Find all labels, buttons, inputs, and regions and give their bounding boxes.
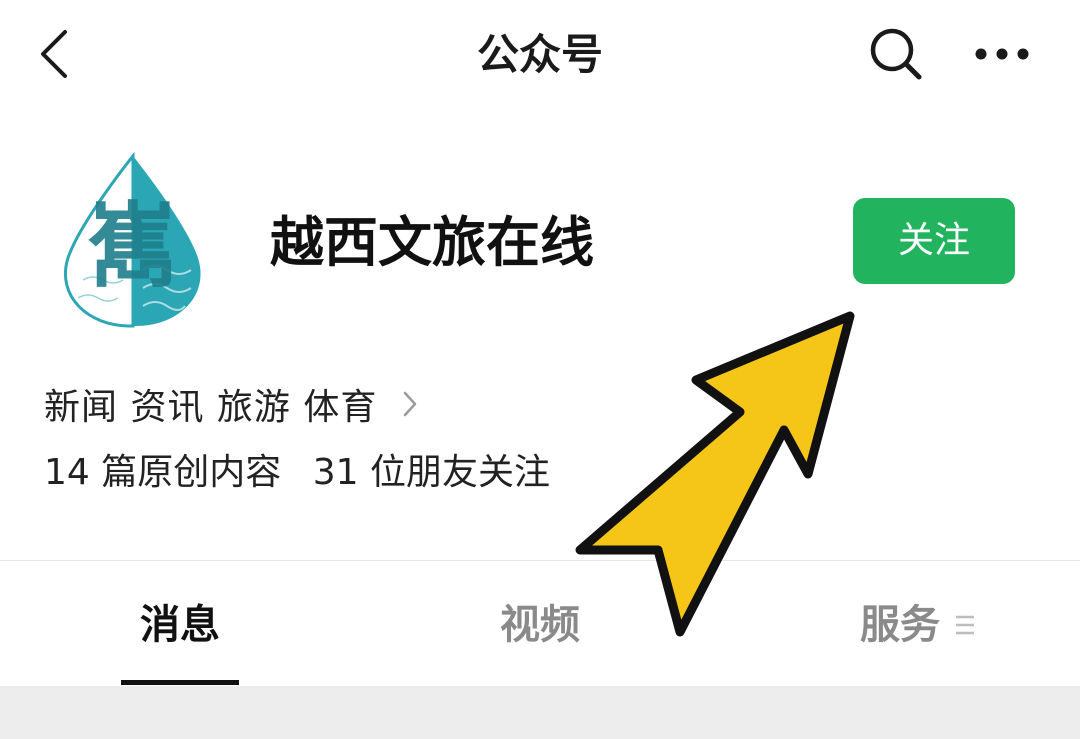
account-stats: 14 篇原创内容 31 位朋友关注 [44,447,550,499]
chevron-left-icon [41,30,67,78]
tab-messages[interactable]: 消息 [100,590,260,660]
tab-videos[interactable]: 视频 [460,590,620,660]
section-divider [0,560,1080,561]
account-category[interactable]: 新闻 资讯 旅游 体育 [44,378,421,430]
logo-glyph: 嶲 [87,192,179,300]
content-area-background [0,686,1080,739]
follow-button[interactable]: 关注 [853,198,1015,284]
back-button[interactable] [22,18,86,90]
more-options-button[interactable] [960,18,1044,90]
category-label: 新闻 资讯 旅游 体育 [44,387,378,428]
active-tab-indicator [121,680,239,685]
original-content-count: 14 篇原创内容 [44,452,282,493]
search-button[interactable] [856,18,936,90]
account-logo: 嶲 [64,151,201,328]
more-horizontal-icon [975,48,1029,60]
search-icon [870,28,922,80]
account-name: 越西文旅在线 [270,211,594,274]
account-avatar[interactable]: 嶲 [48,150,218,330]
friends-following-count: 31 位朋友关注 [312,452,550,493]
chevron-right-icon [399,389,421,419]
top-navigation-bar: 公众号 [0,0,1080,112]
menu-icon[interactable] [954,612,976,638]
page-title: 公众号 [476,30,603,79]
